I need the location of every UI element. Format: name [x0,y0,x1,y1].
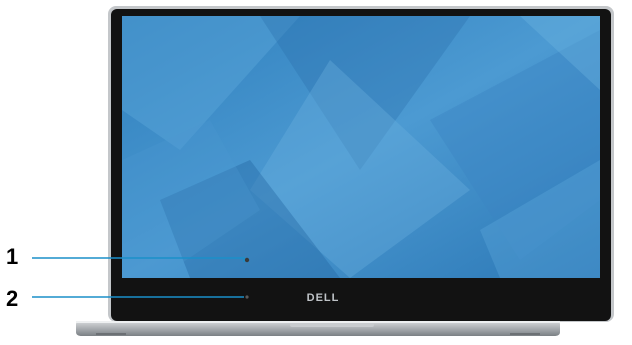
left-foot [96,333,126,335]
callout-number-1: 1 [6,244,19,269]
camera-status-light [245,295,249,299]
right-foot [510,333,540,335]
laptop-front-view-figure: 1 2 DELL [0,0,632,340]
callout-number-2: 2 [6,286,19,311]
brand-logo: DELL [306,292,340,304]
camera [244,257,250,263]
laptop-illustration [32,6,614,336]
display-screen [122,16,600,278]
lid-opening-notch [290,323,374,327]
